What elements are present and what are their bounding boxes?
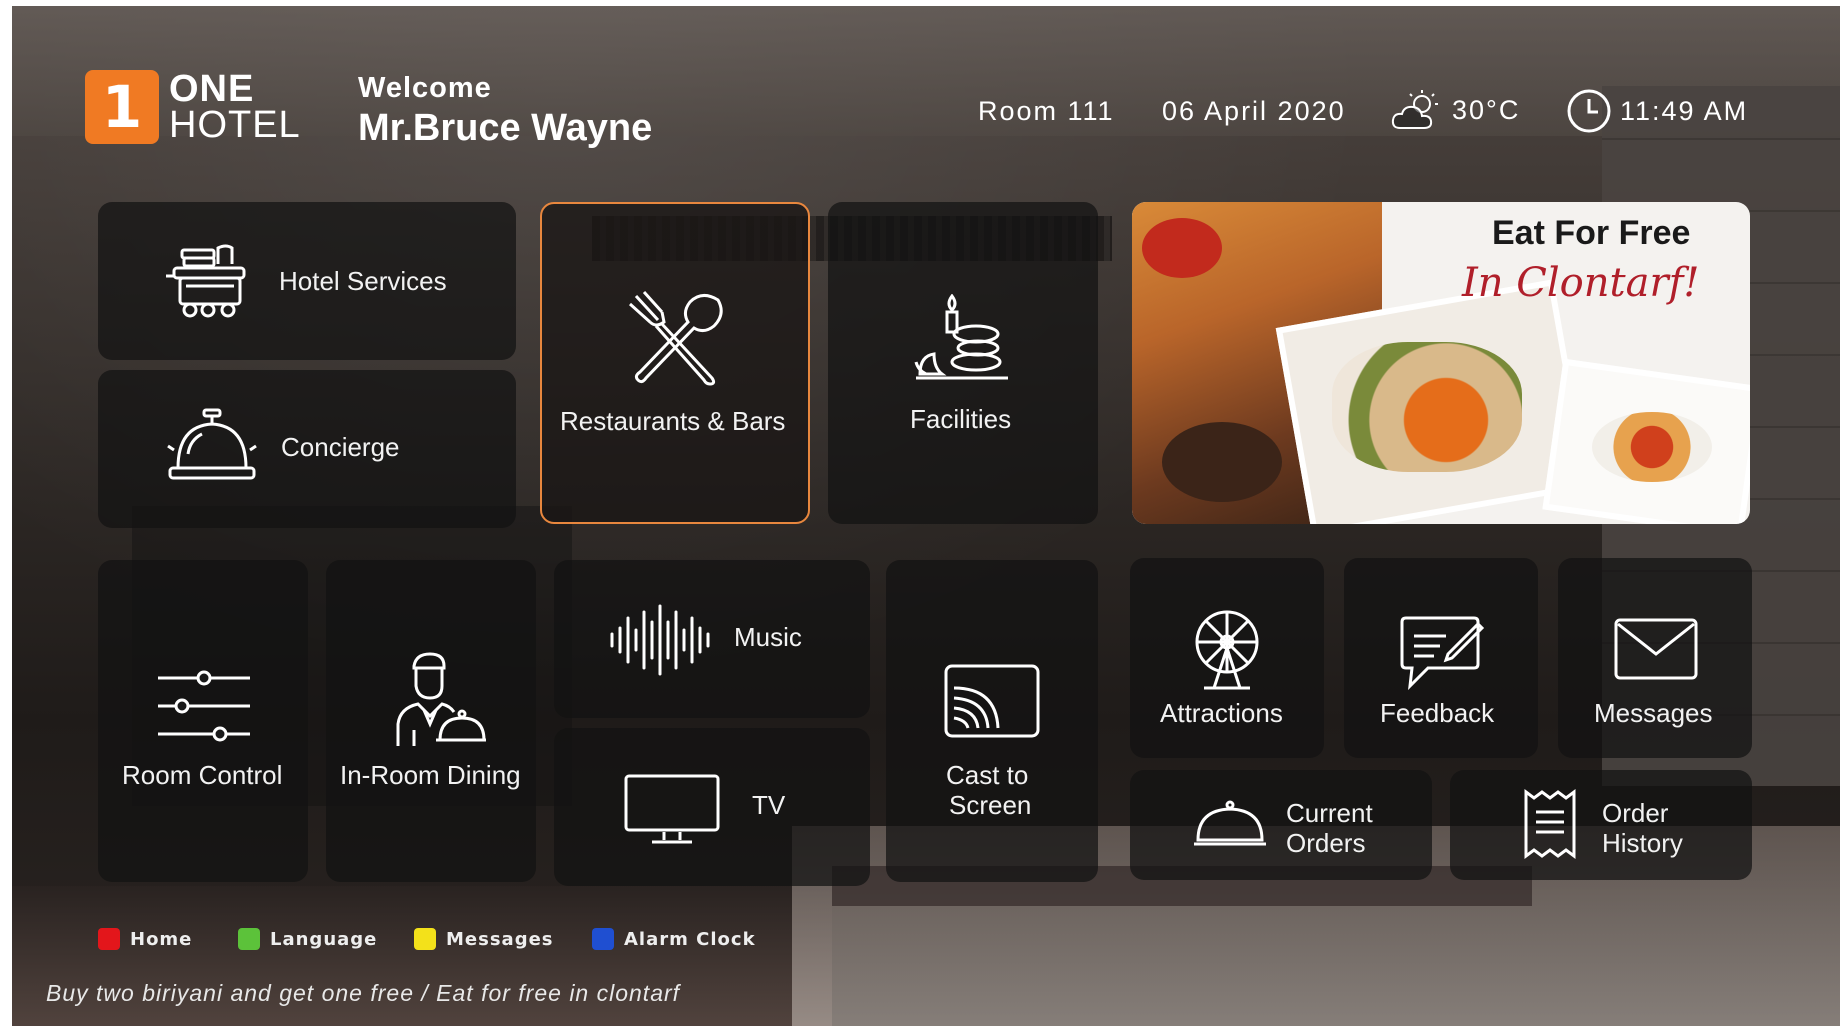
promo-chili-bowl [1142, 218, 1222, 278]
legend-messages-label: Messages [446, 928, 554, 950]
promo-subtitle: In Clontarf! [1462, 260, 1700, 306]
order-history-label-line2: History [1602, 828, 1683, 858]
current-orders-tile[interactable]: Current Orders [1130, 770, 1432, 880]
partly-cloudy-icon [1391, 90, 1438, 129]
current-date: 06 April 2020 [1162, 96, 1346, 126]
weather-status: 30°C [1390, 88, 1520, 132]
legend-home[interactable]: Home [98, 928, 192, 950]
hotel-services-label: Hotel Services [279, 266, 447, 296]
legend-messages[interactable]: Messages [414, 928, 554, 950]
attractions-label: Attractions [1160, 698, 1283, 728]
facilities-label: Facilities [910, 404, 1012, 434]
messages-tile[interactable]: Messages [1558, 558, 1752, 758]
cloche-icon [1194, 800, 1266, 846]
logo-line-one: ONE [169, 68, 255, 110]
hotel-services-tile[interactable]: Hotel Services [98, 202, 516, 360]
clock-icon [1567, 89, 1611, 133]
order-history-tile[interactable]: Order History [1450, 770, 1752, 880]
room-control-label: Room Control [122, 760, 283, 790]
green-key-swatch [238, 928, 260, 950]
hotel-logo: 1 ONE HOTEL [85, 70, 301, 144]
current-orders-label-line1: Current [1286, 798, 1373, 828]
yellow-key-swatch [414, 928, 436, 950]
logo-line-hotel: HOTEL [169, 104, 301, 146]
facilities-tile[interactable]: Facilities [828, 202, 1098, 524]
legend-alarm-clock-label: Alarm Clock [624, 928, 756, 950]
messages-label: Messages [1594, 698, 1713, 728]
blue-key-swatch [592, 928, 614, 950]
order-history-label-line1: Order [1602, 798, 1669, 828]
current-time: 11:49 AM [1620, 95, 1749, 126]
feedback-label: Feedback [1380, 698, 1495, 728]
legend-home-label: Home [130, 928, 193, 950]
room-control-tile[interactable]: Room Control [98, 560, 308, 882]
music-label: Music [734, 622, 802, 652]
cast-to-screen-label-line2: Screen [949, 790, 1032, 820]
fork-spoon-icon [628, 290, 723, 386]
concierge-tile[interactable]: Concierge [98, 370, 516, 528]
music-tile[interactable]: Music [554, 560, 870, 718]
clock-status: 11:49 AM [1566, 88, 1748, 134]
restaurants-bars-label: Restaurants & Bars [560, 406, 786, 436]
legend-language[interactable]: Language [238, 928, 377, 950]
promo-banner[interactable]: Eat For Free In Clontarf! [1132, 202, 1750, 524]
promo-ticker: Buy two biriyani and get one free / Eat … [46, 980, 681, 1006]
cast-icon [944, 664, 1040, 738]
sliders-icon [158, 670, 250, 742]
feedback-icon [1400, 616, 1484, 690]
service-cart-icon [166, 244, 246, 318]
waiter-icon [396, 652, 486, 746]
logo-text: ONE HOTEL [169, 68, 301, 146]
in-room-dining-label: In-Room Dining [340, 760, 521, 790]
restaurants-bars-tile[interactable]: Restaurants & Bars [540, 202, 810, 524]
legend-language-label: Language [270, 928, 378, 950]
concierge-label: Concierge [281, 432, 400, 462]
cast-to-screen-tile[interactable]: Cast to Screen [886, 560, 1098, 882]
sound-wave-icon [610, 604, 710, 676]
tv-label: TV [752, 790, 786, 820]
attractions-tile[interactable]: Attractions [1130, 558, 1324, 758]
tv-icon [624, 774, 720, 844]
welcome-block: Welcome Mr.Bruce Wayne [358, 72, 652, 150]
temperature: 30°C [1452, 94, 1521, 125]
service-bell-icon [167, 408, 257, 480]
welcome-label: Welcome [358, 72, 492, 104]
current-orders-label-line2: Orders [1286, 828, 1366, 858]
logo-badge: 1 [85, 70, 159, 144]
tv-tile[interactable]: TV [554, 728, 870, 886]
feedback-tile[interactable]: Feedback [1344, 558, 1538, 758]
spa-stones-icon [914, 294, 1008, 380]
promo-seafood-plate [1332, 342, 1522, 472]
envelope-icon [1614, 618, 1698, 680]
receipt-icon [1524, 789, 1576, 859]
in-room-dining-tile[interactable]: In-Room Dining [326, 560, 536, 882]
cast-to-screen-label-line1: Cast to [946, 760, 1029, 790]
promo-title: Eat For Free [1492, 214, 1691, 252]
guest-name: Mr.Bruce Wayne [358, 107, 653, 149]
red-key-swatch [98, 928, 120, 950]
promo-dessert-plate [1592, 412, 1712, 482]
room-number: Room 111 [978, 96, 1115, 126]
promo-steak [1162, 422, 1282, 502]
legend-alarm-clock[interactable]: Alarm Clock [592, 928, 756, 950]
ferris-wheel-icon [1195, 610, 1259, 690]
